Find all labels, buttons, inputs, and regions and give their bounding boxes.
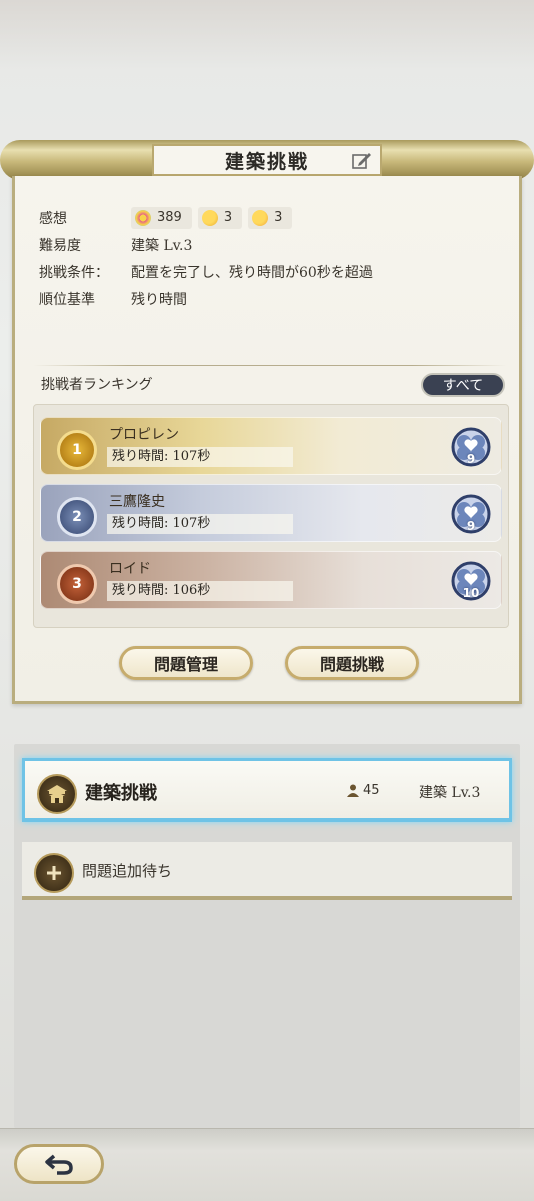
bronze-medal-icon: 3 [57,564,97,604]
condition-row: 挑戦条件： 配置を完了し、残り時間が60秒を超過 [39,258,373,285]
like-count: 10 [462,586,480,600]
ranking-entry-2[interactable]: 2 三鷹隆史 残り時間: 107秒 9 [40,484,502,542]
plus-icon [34,853,74,893]
impressions-label: 感想 [39,210,67,227]
person-icon [347,784,359,797]
ranking-title: 挑戦者ランキング [41,377,153,393]
party-emoji-icon [135,209,151,226]
impression-stat: 389 [131,206,192,229]
challenge-detail-panel: 感想 389 3 3 難易度 建築 Lv.3 挑戦条件： 配置を完了し、残り時間… [12,176,522,704]
add-problem-label: 問題追加待ち [82,862,173,880]
bottom-bar [0,1128,534,1201]
condition-label: 挑戦条件： [39,264,109,281]
back-arrow-icon [45,1154,73,1175]
divider [33,365,507,366]
manage-problem-button[interactable]: 問題管理 [119,646,253,680]
card-title: 建築挑戦 [85,783,157,804]
impression-stat: 3 [248,206,293,229]
challenge-card-selected[interactable]: 建築挑戦 45 建築 Lv.3 [22,758,512,822]
remaining-time: 残り時間: 107秒 [107,514,293,534]
player-name: プロピレン [109,427,179,443]
ranking-basis-row: 順位基準 残り時間 [39,285,373,312]
impression-stat: 3 [197,206,243,229]
ranking-basis-label: 順位基準 [39,291,95,308]
edit-icon[interactable] [352,151,372,169]
background-roof [0,0,534,70]
smile-emoji-icon [252,209,269,226]
player-name: 三鷹隆史 [109,494,165,510]
ranking-entry-1[interactable]: 1 プロピレン 残り時間: 107秒 9 [40,417,502,475]
add-problem-slot[interactable]: 問題追加待ち [22,842,512,900]
impressions-row: 感想 389 3 3 [39,204,373,231]
ranking-entry-3[interactable]: 3 ロイド 残り時間: 106秒 10 [40,551,502,609]
challenge-problem-button[interactable]: 問題挑戦 [285,646,419,680]
silver-medal-icon: 2 [57,497,97,537]
remaining-time: 残り時間: 106秒 [107,581,293,601]
challenge-list: 建築挑戦 45 建築 Lv.3 問題追加待ち [14,744,520,1128]
difficulty-row: 難易度 建築 Lv.3 [39,231,373,258]
condition-value: 配置を完了し、残り時間が60秒を超過 [131,264,373,281]
page-title: 建築挑戦 [224,150,309,173]
like-badge[interactable]: 9 [451,427,491,467]
card-level: 建築 Lv.3 [419,785,481,801]
gold-medal-icon: 1 [57,430,97,470]
ranking-basis-value: 残り時間 [131,291,187,308]
challenge-info: 感想 389 3 3 難易度 建築 Lv.3 挑戦条件： 配置を完了し、残り時間… [39,204,373,312]
participant-count: 45 [347,783,380,798]
like-count: 9 [466,519,476,533]
title-plate: 建築挑戦 [152,144,382,176]
like-count: 9 [466,452,476,466]
thinking-emoji-icon [201,209,218,226]
building-icon [37,774,77,814]
difficulty-label: 難易度 [39,237,81,254]
like-badge[interactable]: 10 [451,561,491,601]
view-all-button[interactable]: すべて [421,373,505,397]
player-name: ロイド [109,561,151,577]
remaining-time: 残り時間: 107秒 [107,447,293,467]
ranking-list: 1 プロピレン 残り時間: 107秒 9 2 三鷹隆史 残り時間: 107秒 9… [33,404,509,628]
like-badge[interactable]: 9 [451,494,491,534]
back-button[interactable] [14,1144,104,1184]
difficulty-value: 建築 Lv.3 [131,237,193,254]
